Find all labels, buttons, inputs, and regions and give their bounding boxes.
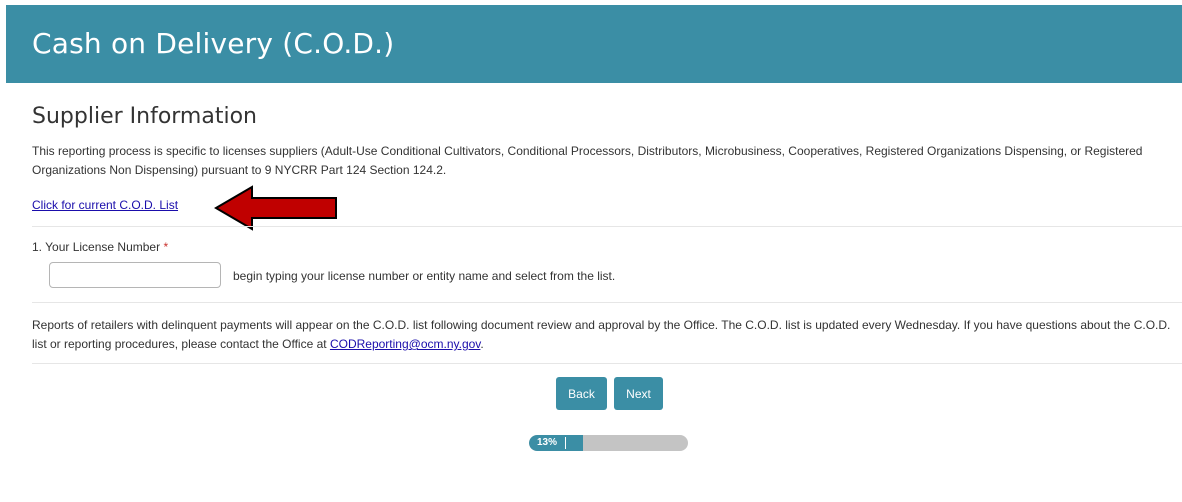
contact-email-link[interactable]: CODReporting@ocm.ny.gov — [330, 337, 480, 351]
cod-notice-text: Reports of retailers with delinquent pay… — [32, 318, 1171, 351]
divider — [32, 363, 1182, 364]
intro-text: This reporting process is specific to li… — [32, 144, 1143, 177]
arrow-left-icon — [214, 185, 337, 231]
license-number-label-text: 1. Your License Number — [32, 240, 161, 254]
divider — [32, 302, 1182, 303]
next-button[interactable]: Next — [614, 377, 663, 410]
cod-notice: Reports of retailers with delinquent pay… — [32, 316, 1177, 354]
required-marker: * — [163, 240, 169, 254]
progress-label: 13% — [536, 437, 557, 448]
cod-list-link[interactable]: Click for current C.O.D. List — [32, 198, 178, 212]
section-title: Supplier Information — [32, 104, 257, 129]
back-button[interactable]: Back — [556, 377, 607, 410]
divider — [32, 226, 1182, 227]
progress-bar: 13% — [529, 435, 688, 451]
page-header: Cash on Delivery (C.O.D.) — [6, 5, 1182, 83]
license-number-label: 1. Your License Number * — [32, 240, 168, 254]
cod-notice-end: . — [480, 337, 484, 351]
progress-divider — [565, 437, 566, 449]
page-title: Cash on Delivery (C.O.D.) — [32, 27, 395, 60]
license-number-input[interactable] — [49, 262, 221, 288]
license-number-help: begin typing your license number or enti… — [233, 269, 616, 283]
